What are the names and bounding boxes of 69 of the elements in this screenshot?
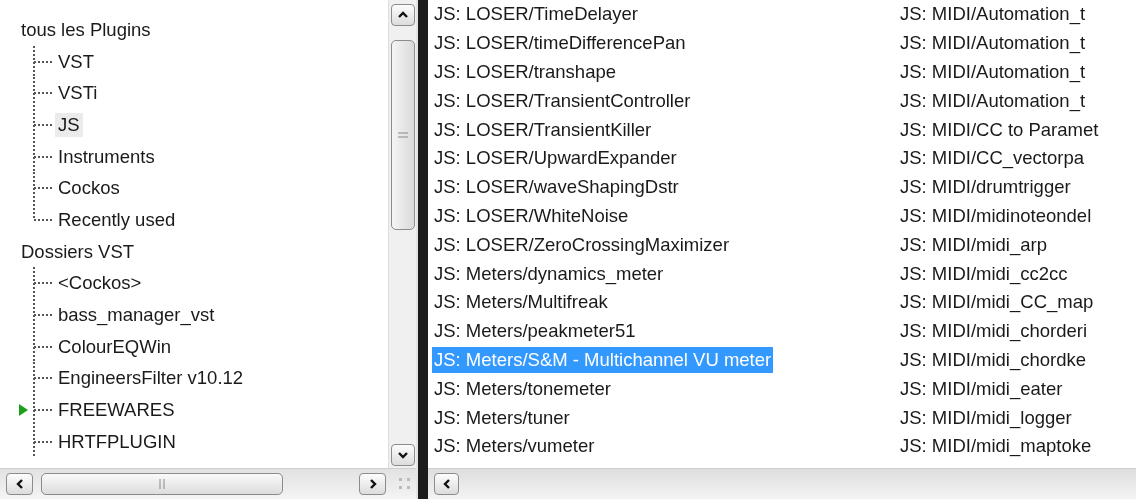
- plugin-item[interactable]: JS: LOSER/ZeroCrossingMaximizer: [432, 231, 732, 258]
- plugin-item[interactable]: JS: MIDI/Automation_t: [898, 59, 1088, 85]
- plugin-item[interactable]: JS: LOSER/TransientController: [432, 87, 693, 114]
- plugin-item[interactable]: JS: MIDI/Automation_t: [898, 30, 1088, 57]
- tree-connector: [33, 140, 53, 173]
- grip-icon: [398, 131, 408, 139]
- plugin-item[interactable]: JS: LOSER/waveShapingDstr: [432, 174, 681, 201]
- horizontal-scrollbar[interactable]: [428, 468, 1136, 499]
- resize-grip-icon: [398, 477, 412, 491]
- plugin-item[interactable]: JS: MIDI/midi_maptoke: [898, 433, 1094, 460]
- tree-item[interactable]: Recently used: [55, 207, 179, 232]
- scroll-up-button[interactable]: [391, 4, 415, 26]
- plugin-item[interactable]: JS: MIDI/CC_vectorpa: [898, 145, 1087, 172]
- grip-icon: [158, 479, 166, 489]
- scroll-down-button[interactable]: [391, 444, 415, 466]
- plugin-item[interactable]: JS: LOSER/UpwardExpander: [432, 145, 679, 172]
- plugin-item[interactable]: JS: Meters/peakmeter51: [432, 318, 638, 345]
- plugin-item[interactable]: JS: LOSER/WhiteNoise: [432, 202, 631, 229]
- tree-item[interactable]: ColourEQWin: [55, 334, 175, 359]
- plugin-item[interactable]: JS: Meters/Multifreak: [432, 289, 610, 316]
- tree-item[interactable]: HRTFPLUGIN: [55, 429, 179, 454]
- plugin-item[interactable]: JS: MIDI/Automation_t: [898, 1, 1088, 28]
- plugin-item[interactable]: JS: LOSER/TimeDelayer: [432, 1, 640, 28]
- plugin-item[interactable]: JS: MIDI/midi_arp: [898, 231, 1049, 258]
- plugin-item[interactable]: JS: MIDI/midi_chorderi: [898, 318, 1090, 345]
- plugin-item[interactable]: JS: MIDI/drumtrigger: [898, 174, 1073, 201]
- plugin-item[interactable]: JS: Meters/dynamics_meter: [432, 260, 666, 287]
- tree-connector: [33, 77, 53, 110]
- tree-connector: [33, 299, 53, 332]
- plugin-item[interactable]: JS: MIDI/CC to Paramet: [898, 116, 1101, 143]
- tree-item[interactable]: FREEWARES: [55, 398, 178, 423]
- scroll-left-button[interactable]: [434, 473, 459, 495]
- plugin-item[interactable]: JS: Meters/tuner: [432, 404, 572, 431]
- tree-item[interactable]: <Cockos>: [55, 271, 145, 296]
- plugin-item[interactable]: JS: MIDI/midi_eater: [898, 375, 1065, 402]
- plugin-item[interactable]: JS: MIDI/midi_chordke: [898, 346, 1089, 373]
- plugin-item[interactable]: JS: Meters/vumeter: [432, 433, 597, 460]
- tree-item[interactable]: Cockos: [55, 176, 123, 201]
- plugin-item[interactable]: JS: MIDI/midi_logger: [898, 404, 1074, 431]
- tree-connector: [33, 267, 53, 300]
- plugin-item[interactable]: JS: LOSER/transhape: [432, 59, 618, 85]
- expand-arrow-icon[interactable]: [19, 404, 28, 417]
- tree-item[interactable]: EngineersFilter v10.12: [55, 366, 247, 391]
- tree-connector: [33, 394, 53, 427]
- plugin-item[interactable]: JS: MIDI/midinoteondel: [898, 202, 1094, 229]
- plugin-item[interactable]: JS: MIDI/midi_cc2cc: [898, 260, 1070, 287]
- tree-item[interactable]: Instruments: [55, 144, 158, 169]
- tree-connector: [33, 425, 53, 458]
- scroll-right-button[interactable]: [359, 473, 386, 495]
- tree-item[interactable]: VST: [55, 49, 97, 74]
- tree-connector: [33, 362, 53, 395]
- vertical-scrollbar[interactable]: [388, 0, 416, 468]
- tree-item[interactable]: VSTi: [55, 81, 101, 106]
- scroll-thumb[interactable]: [41, 473, 283, 495]
- plugin-item[interactable]: JS: MIDI/midi_CC_map: [898, 289, 1096, 316]
- tree-item[interactable]: bass_manager_vst: [55, 303, 218, 328]
- tree-connector: [33, 330, 53, 363]
- plugin-item[interactable]: JS: Meters/tonemeter: [432, 375, 613, 402]
- plugin-item[interactable]: JS: LOSER/TransientKiller: [432, 116, 654, 143]
- plugin-item[interactable]: JS: MIDI/Automation_t: [898, 87, 1088, 114]
- tree-item[interactable]: Dossiers VST: [18, 239, 138, 264]
- tree-connector: [33, 108, 53, 141]
- scroll-thumb[interactable]: [391, 40, 415, 230]
- tree-connector: [33, 45, 53, 78]
- plugin-item[interactable]: JS: LOSER/timeDifferencePan: [432, 30, 688, 57]
- scroll-left-button[interactable]: [6, 473, 33, 495]
- tree-item[interactable]: JS: [55, 112, 83, 137]
- tree-item[interactable]: tous les Plugins: [18, 17, 154, 42]
- horizontal-scrollbar[interactable]: [0, 468, 416, 499]
